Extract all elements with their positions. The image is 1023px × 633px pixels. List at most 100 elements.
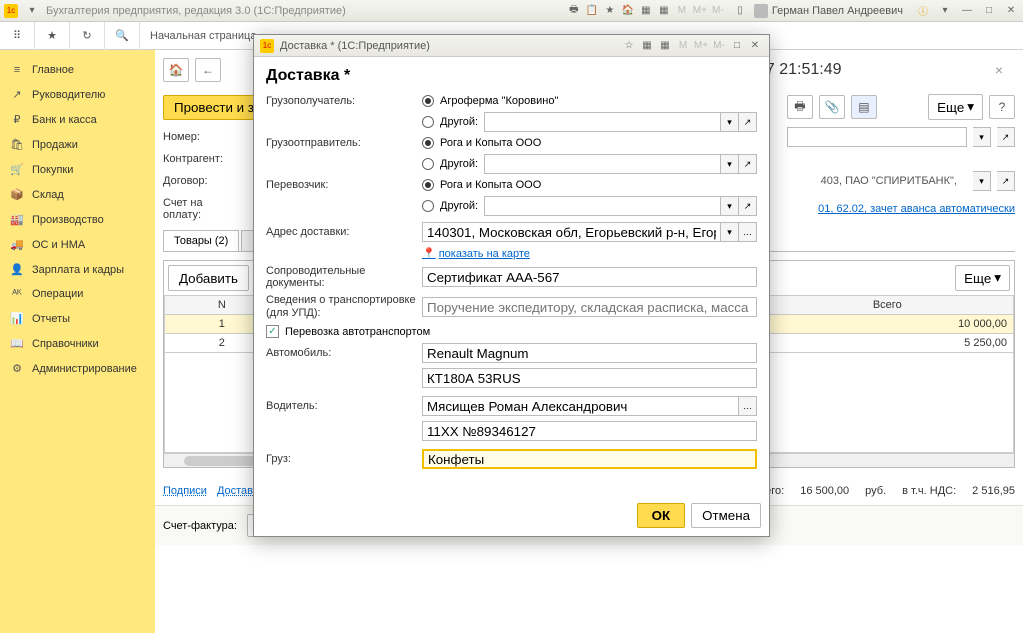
modal-max-button[interactable]: □ <box>729 39 745 53</box>
nav-operations[interactable]: ᴬᴷОперации <box>0 282 155 306</box>
tb-m-plus[interactable]: M+ <box>692 4 708 18</box>
drop-2[interactable]: ▾ <box>973 171 991 191</box>
close-button[interactable]: ✕ <box>1003 4 1019 18</box>
list-button[interactable]: ▤ <box>851 95 877 119</box>
driver-input[interactable] <box>422 396 739 416</box>
consignee-other-ext[interactable]: ↗ <box>739 112 757 132</box>
modal-m[interactable]: M <box>675 39 691 53</box>
address-input[interactable] <box>422 222 721 242</box>
nav-admin[interactable]: ⚙Администрирование <box>0 356 155 381</box>
info-icon[interactable]: ⓘ <box>915 4 931 18</box>
help-button[interactable]: ? <box>989 95 1015 119</box>
modal-footer: ОК Отмена <box>254 495 769 536</box>
tb-m-minus[interactable]: M- <box>710 4 726 18</box>
close-doc-button[interactable]: × <box>995 62 1003 78</box>
carrier-other-ext[interactable]: ↗ <box>739 196 757 216</box>
modal-i3[interactable]: ▦ <box>657 39 673 53</box>
nav-sales[interactable]: 🛍Продажи <box>0 132 155 157</box>
cargo-label: Груз: <box>266 453 416 465</box>
consignor-other-ext[interactable]: ↗ <box>739 154 757 174</box>
th-total: Всего <box>761 296 1013 315</box>
history-icon[interactable]: ↻ <box>70 22 105 50</box>
signatures-link[interactable]: Подписи <box>163 485 207 497</box>
auto-label: Перевозка автотранспортом <box>285 326 430 338</box>
table-more-button[interactable]: Еще▾ <box>955 265 1010 291</box>
consignor-other-input[interactable] <box>484 154 721 174</box>
drop-1[interactable]: ▾ <box>973 127 991 147</box>
print-button[interactable]: 🖶 <box>787 95 813 119</box>
address-label: Адрес доставки: <box>266 226 416 238</box>
nav-purchases[interactable]: 🛒Покупки <box>0 157 155 182</box>
more-button[interactable]: Еще▾ <box>928 94 983 120</box>
modal-close-button[interactable]: ✕ <box>747 39 763 53</box>
consignee-radio[interactable] <box>422 95 434 107</box>
contractor-label: Контрагент: <box>163 153 238 165</box>
ext-2[interactable]: ↗ <box>997 171 1015 191</box>
star-icon[interactable]: ★ <box>35 22 70 50</box>
consignee-other-input[interactable] <box>484 112 721 132</box>
nav-manager[interactable]: ↗Руководителю <box>0 82 155 107</box>
carrier-other-drop[interactable]: ▾ <box>721 196 739 216</box>
carrier-other-input[interactable] <box>484 196 721 216</box>
tb-icon-2[interactable]: 📋 <box>584 4 600 18</box>
ok-button[interactable]: ОК <box>637 503 686 528</box>
nav-bank[interactable]: ₽Банк и касса <box>0 107 155 132</box>
consignor-radio[interactable] <box>422 137 434 149</box>
tab-goods[interactable]: Товары (2) <box>163 230 239 251</box>
start-page-tab[interactable]: Начальная страница <box>140 30 266 42</box>
map-link[interactable]: 📍показать на карте <box>422 247 530 260</box>
nav-warehouse[interactable]: 📦Склад <box>0 182 155 207</box>
modal-mp[interactable]: M+ <box>693 39 709 53</box>
tb-icon-6[interactable]: ▦ <box>656 4 672 18</box>
docs-input[interactable] <box>422 267 757 287</box>
modal-fav-icon[interactable]: ☆ <box>621 39 637 53</box>
tb-m[interactable]: M <box>674 4 690 18</box>
consignee-other-radio[interactable] <box>422 116 434 128</box>
number-label: Номер: <box>163 131 238 143</box>
transport-info-input[interactable] <box>422 297 757 317</box>
apps-icon[interactable]: ⠿ <box>0 22 35 50</box>
ext-1[interactable]: ↗ <box>997 127 1015 147</box>
advance-link[interactable]: 01, 62.02, зачет аванса автоматически <box>818 203 1015 215</box>
tb-icon-5[interactable]: ▦ <box>638 4 654 18</box>
nav-main[interactable]: ≡Главное <box>0 58 155 82</box>
carrier-other-radio[interactable] <box>422 200 434 212</box>
attach-button[interactable]: 📎 <box>819 95 845 119</box>
post-close-button[interactable]: Провести и з <box>163 95 265 120</box>
nav-production[interactable]: 🏭Производство <box>0 207 155 232</box>
address-ext[interactable]: … <box>739 222 757 242</box>
maximize-button[interactable]: □ <box>981 4 997 18</box>
nav-catalogs[interactable]: 📖Справочники <box>0 331 155 356</box>
cargo-input[interactable] <box>422 449 757 469</box>
tb-icon-4[interactable]: 🏠 <box>620 4 636 18</box>
address-drop[interactable]: ▾ <box>721 222 739 242</box>
auto-checkbox[interactable] <box>266 325 279 338</box>
back-button[interactable]: ← <box>195 58 221 82</box>
nav-reports[interactable]: 📊Отчеты <box>0 306 155 331</box>
modal-mm[interactable]: M- <box>711 39 727 53</box>
field-right-1[interactable] <box>787 127 967 147</box>
consignor-other-radio[interactable] <box>422 158 434 170</box>
nav-os-nma[interactable]: 🚚ОС и НМА <box>0 232 155 257</box>
carrier-radio[interactable] <box>422 179 434 191</box>
plate-input[interactable] <box>422 368 757 388</box>
minimize-button[interactable]: — <box>959 4 975 18</box>
tb-icon-3[interactable]: ★ <box>602 4 618 18</box>
nav-salary[interactable]: 👤Зарплата и кадры <box>0 257 155 282</box>
home-button[interactable]: 🏠 <box>163 58 189 82</box>
cancel-button[interactable]: Отмена <box>691 503 761 528</box>
consignor-other-drop[interactable]: ▾ <box>721 154 739 174</box>
search-icon[interactable]: 🔍 <box>105 22 140 50</box>
nav-purchases-icon: 🛒 <box>10 163 24 176</box>
dropdown-icon[interactable]: ▾ <box>24 4 40 18</box>
modal-i2[interactable]: ▦ <box>639 39 655 53</box>
consignee-other-drop[interactable]: ▾ <box>721 112 739 132</box>
user-badge[interactable]: Герман Павел Андреевич <box>754 4 903 18</box>
license-input[interactable] <box>422 421 757 441</box>
driver-ext[interactable]: … <box>739 396 757 416</box>
add-button[interactable]: Добавить <box>168 265 249 291</box>
nav-warehouse-icon: 📦 <box>10 188 24 201</box>
tb-icon-1[interactable]: 🖶 <box>566 4 582 18</box>
vehicle-input[interactable] <box>422 343 757 363</box>
nav-os-icon: 🚚 <box>10 238 24 251</box>
